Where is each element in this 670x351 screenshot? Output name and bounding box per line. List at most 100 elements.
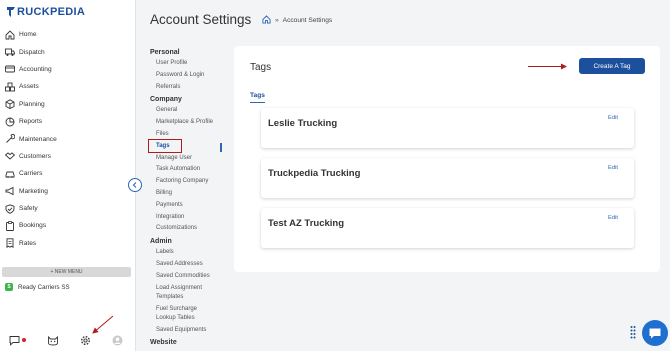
tags-panel: Tags Create A Tag Tags Leslie Trucking E… xyxy=(234,46,660,272)
edit-tag-link[interactable]: Edit xyxy=(608,165,618,171)
settings-group-website: Website xyxy=(150,339,177,347)
chat-icon xyxy=(649,328,661,338)
breadcrumb-separator: » xyxy=(275,17,279,24)
settings-item-referrals[interactable]: Referrals xyxy=(150,82,230,94)
sidebar-item-carriers[interactable]: Carriers xyxy=(0,165,136,182)
settings-item-load-assignment-templates[interactable]: Load Assignment Templates xyxy=(150,283,212,304)
left-sidebar: RUCKPEDIA Home Dispatch Accounting Asset… xyxy=(0,0,136,351)
company-switcher[interactable]: S Ready Carriers SS xyxy=(5,283,70,291)
sidebar-item-bookings[interactable]: Bookings xyxy=(0,217,136,234)
truckpedia-logo[interactable]: RUCKPEDIA xyxy=(6,5,85,19)
tag-card: Test AZ Trucking Edit xyxy=(261,208,634,248)
chat-bubble-icon[interactable] xyxy=(8,334,20,346)
logo-text: RUCKPEDIA xyxy=(17,6,86,18)
edit-tag-link[interactable]: Edit xyxy=(608,115,618,121)
home-icon[interactable] xyxy=(262,15,271,26)
sidebar-bottom-bar xyxy=(0,333,136,347)
new-menu-button[interactable]: + NEW MENU xyxy=(2,267,131,277)
company-badge: S xyxy=(5,283,13,291)
company-name: Ready Carriers SS xyxy=(18,283,70,291)
home-icon xyxy=(5,30,15,40)
settings-item-fuel-surcharge-lookup-tables[interactable]: Fuel Surcharge Lookup Tables xyxy=(150,304,212,325)
truck-icon xyxy=(5,47,15,57)
boxes-icon xyxy=(5,82,15,92)
panel-title: Tags xyxy=(250,62,272,73)
notification-dot xyxy=(22,338,26,342)
settings-item-customizations[interactable]: Customizations xyxy=(150,223,230,235)
settings-item-saved-equipments[interactable]: Saved Equipments xyxy=(150,325,230,337)
sidebar-item-rates[interactable]: Rates xyxy=(0,235,136,252)
wrench-icon xyxy=(5,134,15,144)
sidebar-item-home[interactable]: Home xyxy=(0,26,136,43)
sidebar-item-label: Bookings xyxy=(19,222,47,230)
edit-tag-link[interactable]: Edit xyxy=(608,215,618,221)
sidebar-item-planning[interactable]: Planning xyxy=(0,96,136,113)
settings-item-password-login[interactable]: Password & Login xyxy=(150,70,230,82)
settings-nav: Personal User Profile Password & Login R… xyxy=(148,46,230,348)
sidebar-item-label: Rates xyxy=(19,239,37,247)
sidebar-item-label: Assets xyxy=(19,83,39,91)
sidebar-item-assets[interactable]: Assets xyxy=(0,78,136,95)
settings-item-general[interactable]: General xyxy=(150,105,230,117)
sidebar-item-label: Planning xyxy=(19,100,45,108)
settings-item-saved-addresses[interactable]: Saved Addresses xyxy=(150,259,230,271)
annotation-highlight-box xyxy=(148,138,182,153)
tag-name: Truckpedia Trucking xyxy=(268,168,361,179)
chat-support-button[interactable] xyxy=(642,320,668,346)
breadcrumb: » Account Settings xyxy=(262,15,332,26)
pie-chart-icon xyxy=(5,117,15,127)
sidebar-item-accounting[interactable]: Accounting xyxy=(0,61,136,78)
user-avatar-icon[interactable] xyxy=(111,334,123,346)
sidebar-item-label: Home xyxy=(19,31,37,39)
settings-item-billing[interactable]: Billing xyxy=(150,188,230,200)
chevron-left-icon xyxy=(132,182,137,188)
drag-handle-icon[interactable] xyxy=(630,325,636,339)
tab-tags[interactable]: Tags xyxy=(250,92,265,103)
sidebar-item-marketing[interactable]: Marketing xyxy=(0,183,136,200)
handshake-icon xyxy=(5,151,15,161)
active-indicator xyxy=(220,143,222,152)
sidebar-item-label: Reports xyxy=(19,118,43,126)
create-tag-button[interactable]: Create A Tag xyxy=(579,58,645,74)
sidebar-item-label: Accounting xyxy=(19,65,52,73)
page-title: Account Settings xyxy=(150,12,252,27)
sidebar-item-label: Safety xyxy=(19,205,38,213)
settings-item-marketplace-profile[interactable]: Marketplace & Profile xyxy=(150,117,230,129)
cat-mascot-icon[interactable] xyxy=(47,334,59,346)
settings-group-company: Company xyxy=(150,96,182,104)
settings-item-payments[interactable]: Payments xyxy=(150,200,230,212)
settings-item-tags[interactable]: Tags xyxy=(148,138,230,153)
shield-icon xyxy=(5,203,15,214)
tag-card: Truckpedia Trucking Edit xyxy=(261,158,634,198)
settings-item-saved-commodities[interactable]: Saved Commodities xyxy=(150,271,230,283)
settings-group-personal: Personal xyxy=(150,49,180,56)
settings-item-user-profile[interactable]: User Profile xyxy=(150,58,230,70)
sidebar-item-customers[interactable]: Customers xyxy=(0,148,136,165)
collapse-sidebar-button[interactable] xyxy=(128,178,142,192)
settings-item-labels[interactable]: Labels xyxy=(150,247,230,259)
clipboard-icon xyxy=(5,221,15,231)
car-icon xyxy=(5,169,15,179)
settings-item-task-automation[interactable]: Task Automation xyxy=(150,164,230,176)
settings-group-admin: Admin xyxy=(150,238,172,246)
tag-card: Leslie Trucking Edit xyxy=(261,108,634,148)
settings-gear-icon[interactable] xyxy=(79,334,91,346)
cube-icon xyxy=(5,99,15,110)
tabs: Tags xyxy=(250,84,265,103)
sidebar-item-label: Maintenance xyxy=(19,135,57,143)
sidebar-item-reports[interactable]: Reports xyxy=(0,113,136,130)
settings-item-factoring-company[interactable]: Factoring Company xyxy=(150,176,230,188)
tag-name: Test AZ Trucking xyxy=(268,218,345,229)
main-nav: Home Dispatch Accounting Assets Planning… xyxy=(0,26,136,252)
tag-name: Leslie Trucking xyxy=(268,118,338,129)
logo-mark-icon xyxy=(6,6,16,18)
settings-item-integration[interactable]: Integration xyxy=(150,212,230,224)
sidebar-item-label: Marketing xyxy=(19,187,48,195)
sidebar-item-label: Customers xyxy=(19,152,51,160)
wallet-icon xyxy=(5,64,15,74)
sidebar-item-maintenance[interactable]: Maintenance xyxy=(0,130,136,147)
megaphone-icon xyxy=(5,186,15,196)
sidebar-item-safety[interactable]: Safety xyxy=(0,200,136,217)
settings-item-manage-user[interactable]: Manage User xyxy=(150,153,230,165)
sidebar-item-dispatch[interactable]: Dispatch xyxy=(0,43,136,60)
